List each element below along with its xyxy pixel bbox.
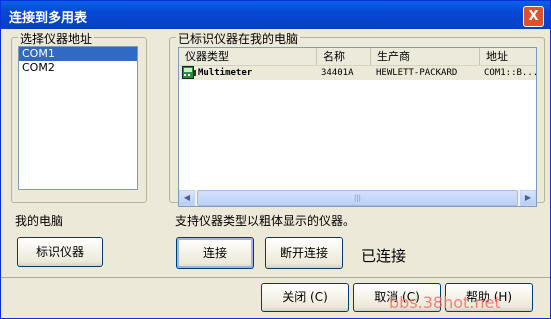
address-item-com2[interactable]: COM2 [19,61,137,75]
hint-text: 支持仪器类型以粗体显示的仪器。 [175,214,356,228]
address-group: 选择仪器地址 COM1 COM2 [11,30,147,203]
scroll-right-arrow-icon[interactable]: ▶ [520,190,536,206]
column-header-address[interactable]: 地址 [480,48,536,65]
watermark: bbs.38hot.net [389,293,501,312]
cell-manufacturer: HEWLETT-PACKARD [376,68,458,78]
cell-type: Multimeter [198,68,253,78]
column-header-manufacturer[interactable]: 生产商 [371,48,480,65]
multimeter-icon [182,66,196,80]
scroll-left-arrow-icon[interactable]: ◀ [179,190,195,206]
connection-status-text: 已连接 [361,247,407,265]
address-listbox[interactable]: COM1 COM2 [18,46,138,190]
connect-button[interactable]: 连接 [176,237,254,269]
close-icon: X [528,9,539,24]
dialog-window: 连接到多用表 X 选择仪器地址 COM1 COM2 我的电脑 标识仪器 已标识仪… [0,0,551,319]
listview-header: 仪器类型 名称 生产商 地址 [179,48,536,66]
column-header-name[interactable]: 名称 [317,48,371,65]
instrument-listview[interactable]: 仪器类型 名称 生产商 地址 Multimeter 34401A HEWLETT… [178,47,537,207]
my-computer-label: 我的电脑 [15,214,64,228]
identified-instruments-group: 已标识仪器在我的电脑 仪器类型 名称 生产商 地址 Multimeter 344… [169,30,545,207]
close-button[interactable]: 关闭 (C) [261,283,349,312]
title-bar[interactable]: 连接到多用表 X [1,1,550,29]
disconnect-button[interactable]: 断开连接 [265,237,343,269]
horizontal-scrollbar[interactable]: ◀ ||| ▶ [179,190,536,206]
cell-address: COM1::B... [484,68,537,78]
window-title: 连接到多用表 [9,11,88,26]
address-group-label: 选择仪器地址 [18,30,95,47]
footer-divider [1,277,550,278]
identify-instrument-button[interactable]: 标识仪器 [17,237,103,267]
address-item-com1[interactable]: COM1 [19,47,137,61]
close-window-button[interactable]: X [523,6,544,27]
column-header-type[interactable]: 仪器类型 [179,48,317,65]
scroll-thumb[interactable]: ||| [197,190,518,206]
table-row[interactable]: Multimeter 34401A HEWLETT-PACKARD COM1::… [179,66,536,80]
identified-group-label: 已标识仪器在我的电脑 [176,30,301,47]
cell-name: 34401A [321,68,354,78]
